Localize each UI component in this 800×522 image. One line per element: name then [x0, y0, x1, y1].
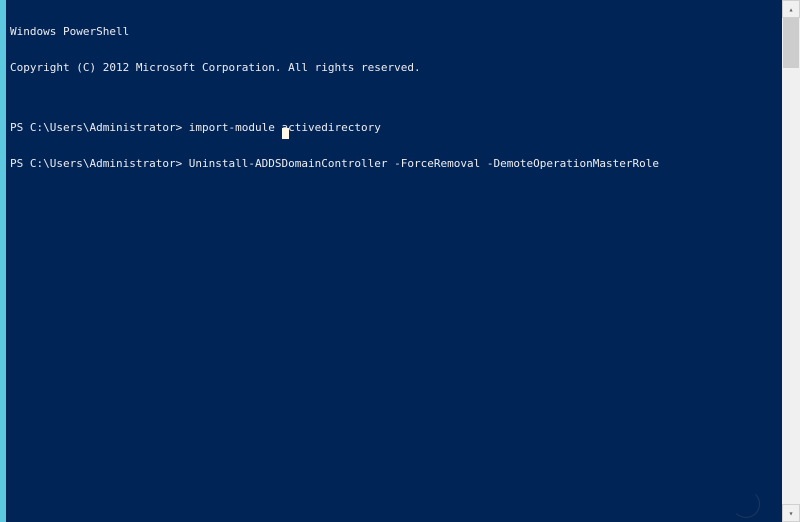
scrollbar-thumb[interactable] [783, 18, 799, 68]
console-line: Windows PowerShell [10, 26, 778, 38]
vertical-scrollbar[interactable]: ▴ ▾ [782, 0, 800, 522]
console-output[interactable]: Windows PowerShell Copyright (C) 2012 Mi… [6, 0, 782, 522]
console-line: Copyright (C) 2012 Microsoft Corporation… [10, 62, 778, 74]
console-line: PS C:\Users\Administrator> Uninstall-ADD… [10, 158, 778, 170]
scroll-up-button[interactable]: ▴ [782, 0, 800, 18]
resize-grip-icon[interactable] [730, 488, 760, 518]
scroll-down-button[interactable]: ▾ [782, 504, 800, 522]
text-cursor [282, 128, 289, 139]
triangle-down-icon: ▾ [789, 509, 794, 518]
console-line: PS C:\Users\Administrator> import-module… [10, 122, 778, 134]
powershell-window: Windows PowerShell Copyright (C) 2012 Mi… [0, 0, 782, 522]
triangle-up-icon: ▴ [789, 5, 794, 14]
